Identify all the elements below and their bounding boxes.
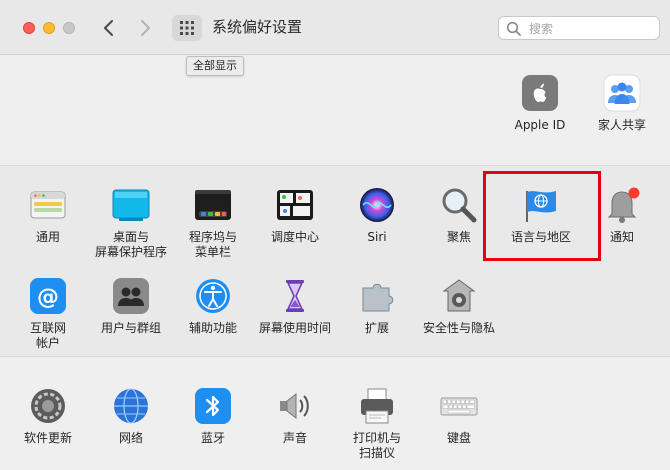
pref-label: 安全性与隐私 bbox=[422, 321, 495, 335]
selection-highlight-box bbox=[483, 171, 601, 261]
pref-apple-id[interactable]: Apple ID bbox=[498, 73, 582, 133]
security-privacy-icon bbox=[442, 279, 476, 312]
pref-label: 通用 bbox=[35, 230, 60, 244]
search-icon bbox=[506, 21, 521, 36]
mission-control-icon bbox=[277, 190, 313, 220]
general-icon bbox=[30, 191, 66, 219]
pref-family-sharing[interactable]: 家人共享 bbox=[580, 73, 664, 133]
pref-label: 互联网 帐户 bbox=[29, 321, 66, 350]
system-preferences-window: 系统偏好设置 全部显示 Apple ID 家人共享 bbox=[0, 0, 670, 470]
accessibility-icon bbox=[196, 279, 230, 313]
window-title: 系统偏好设置 bbox=[212, 18, 303, 36]
section-divider bbox=[0, 356, 670, 357]
pref-label: 键盘 bbox=[446, 431, 471, 445]
pref-siri[interactable]: Siri bbox=[335, 185, 419, 245]
pref-label: 屏幕使用时间 bbox=[258, 321, 331, 335]
show-all-button[interactable] bbox=[172, 15, 202, 41]
chevron-right-icon bbox=[141, 20, 150, 36]
forward-button[interactable] bbox=[134, 15, 156, 41]
notifications-icon bbox=[607, 187, 640, 223]
minimize-window-button[interactable] bbox=[43, 22, 55, 34]
pref-software-update[interactable]: 软件更新 bbox=[6, 386, 90, 446]
keyboard-icon bbox=[440, 397, 478, 416]
software-update-icon bbox=[31, 389, 65, 423]
show-all-tooltip: 全部显示 bbox=[186, 56, 244, 76]
pref-label: 家人共享 bbox=[597, 118, 646, 132]
pref-security-privacy[interactable]: 安全性与隐私 bbox=[417, 276, 501, 336]
close-window-button[interactable] bbox=[23, 22, 35, 34]
dock-menubar-icon bbox=[195, 190, 231, 220]
toolbar: 系统偏好设置 bbox=[0, 0, 670, 55]
svg-text:@: @ bbox=[37, 285, 59, 310]
search-field[interactable] bbox=[498, 16, 660, 40]
pref-label: 桌面与 屏幕保护程序 bbox=[94, 230, 167, 259]
pref-sound[interactable]: 声音 bbox=[253, 386, 337, 446]
pref-label: 蓝牙 bbox=[200, 431, 225, 445]
pref-dock-menubar[interactable]: 程序坞与 菜单栏 bbox=[171, 185, 255, 260]
search-input[interactable] bbox=[527, 19, 651, 39]
pref-network[interactable]: 网络 bbox=[89, 386, 173, 446]
pref-keyboard[interactable]: 键盘 bbox=[417, 386, 501, 446]
pref-printers-scanners[interactable]: 打印机与 扫描仪 bbox=[335, 386, 419, 461]
desktop-screensaver-icon bbox=[112, 189, 150, 221]
grid-icon bbox=[180, 21, 194, 35]
network-icon bbox=[114, 388, 148, 424]
pref-internet-accounts[interactable]: @ 互联网 帐户 bbox=[6, 276, 90, 351]
pref-accessibility[interactable]: 辅助功能 bbox=[171, 276, 255, 336]
pref-label: 辅助功能 bbox=[188, 321, 237, 335]
siri-icon bbox=[360, 188, 394, 222]
pref-label: 打印机与 扫描仪 bbox=[352, 431, 401, 460]
printer-icon bbox=[361, 388, 393, 424]
chevron-left-icon bbox=[104, 20, 113, 36]
pref-label: Siri bbox=[367, 230, 387, 244]
pref-label: 扩展 bbox=[364, 321, 389, 335]
zoom-window-button[interactable] bbox=[63, 22, 75, 34]
pref-label: 程序坞与 菜单栏 bbox=[188, 230, 237, 259]
pref-label: Apple ID bbox=[514, 118, 566, 132]
section-divider bbox=[0, 165, 670, 166]
pref-desktop-screensaver[interactable]: 桌面与 屏幕保护程序 bbox=[89, 185, 173, 260]
pref-bluetooth[interactable]: 蓝牙 bbox=[171, 386, 255, 446]
pref-general[interactable]: 通用 bbox=[6, 185, 90, 245]
internet-accounts-icon: @ bbox=[30, 278, 66, 314]
pref-label: 用户与群组 bbox=[100, 321, 161, 335]
pref-label: 网络 bbox=[118, 431, 143, 445]
pref-label: 声音 bbox=[282, 431, 307, 445]
pref-extensions[interactable]: 扩展 bbox=[335, 276, 419, 336]
family-sharing-icon bbox=[603, 74, 641, 112]
pref-users-groups[interactable]: 用户与群组 bbox=[89, 276, 173, 336]
spotlight-icon bbox=[442, 188, 477, 223]
pref-mission-control[interactable]: 调度中心 bbox=[253, 185, 337, 245]
sound-icon bbox=[280, 392, 309, 420]
bluetooth-icon bbox=[195, 388, 231, 424]
pref-label: 软件更新 bbox=[23, 431, 72, 445]
users-groups-icon bbox=[113, 278, 149, 314]
apple-id-icon bbox=[522, 75, 558, 111]
pref-screen-time[interactable]: 屏幕使用时间 bbox=[253, 276, 337, 336]
pref-label: 调度中心 bbox=[270, 230, 319, 244]
screen-time-icon bbox=[286, 280, 304, 312]
extensions-icon bbox=[362, 283, 394, 312]
back-button[interactable] bbox=[98, 15, 120, 41]
